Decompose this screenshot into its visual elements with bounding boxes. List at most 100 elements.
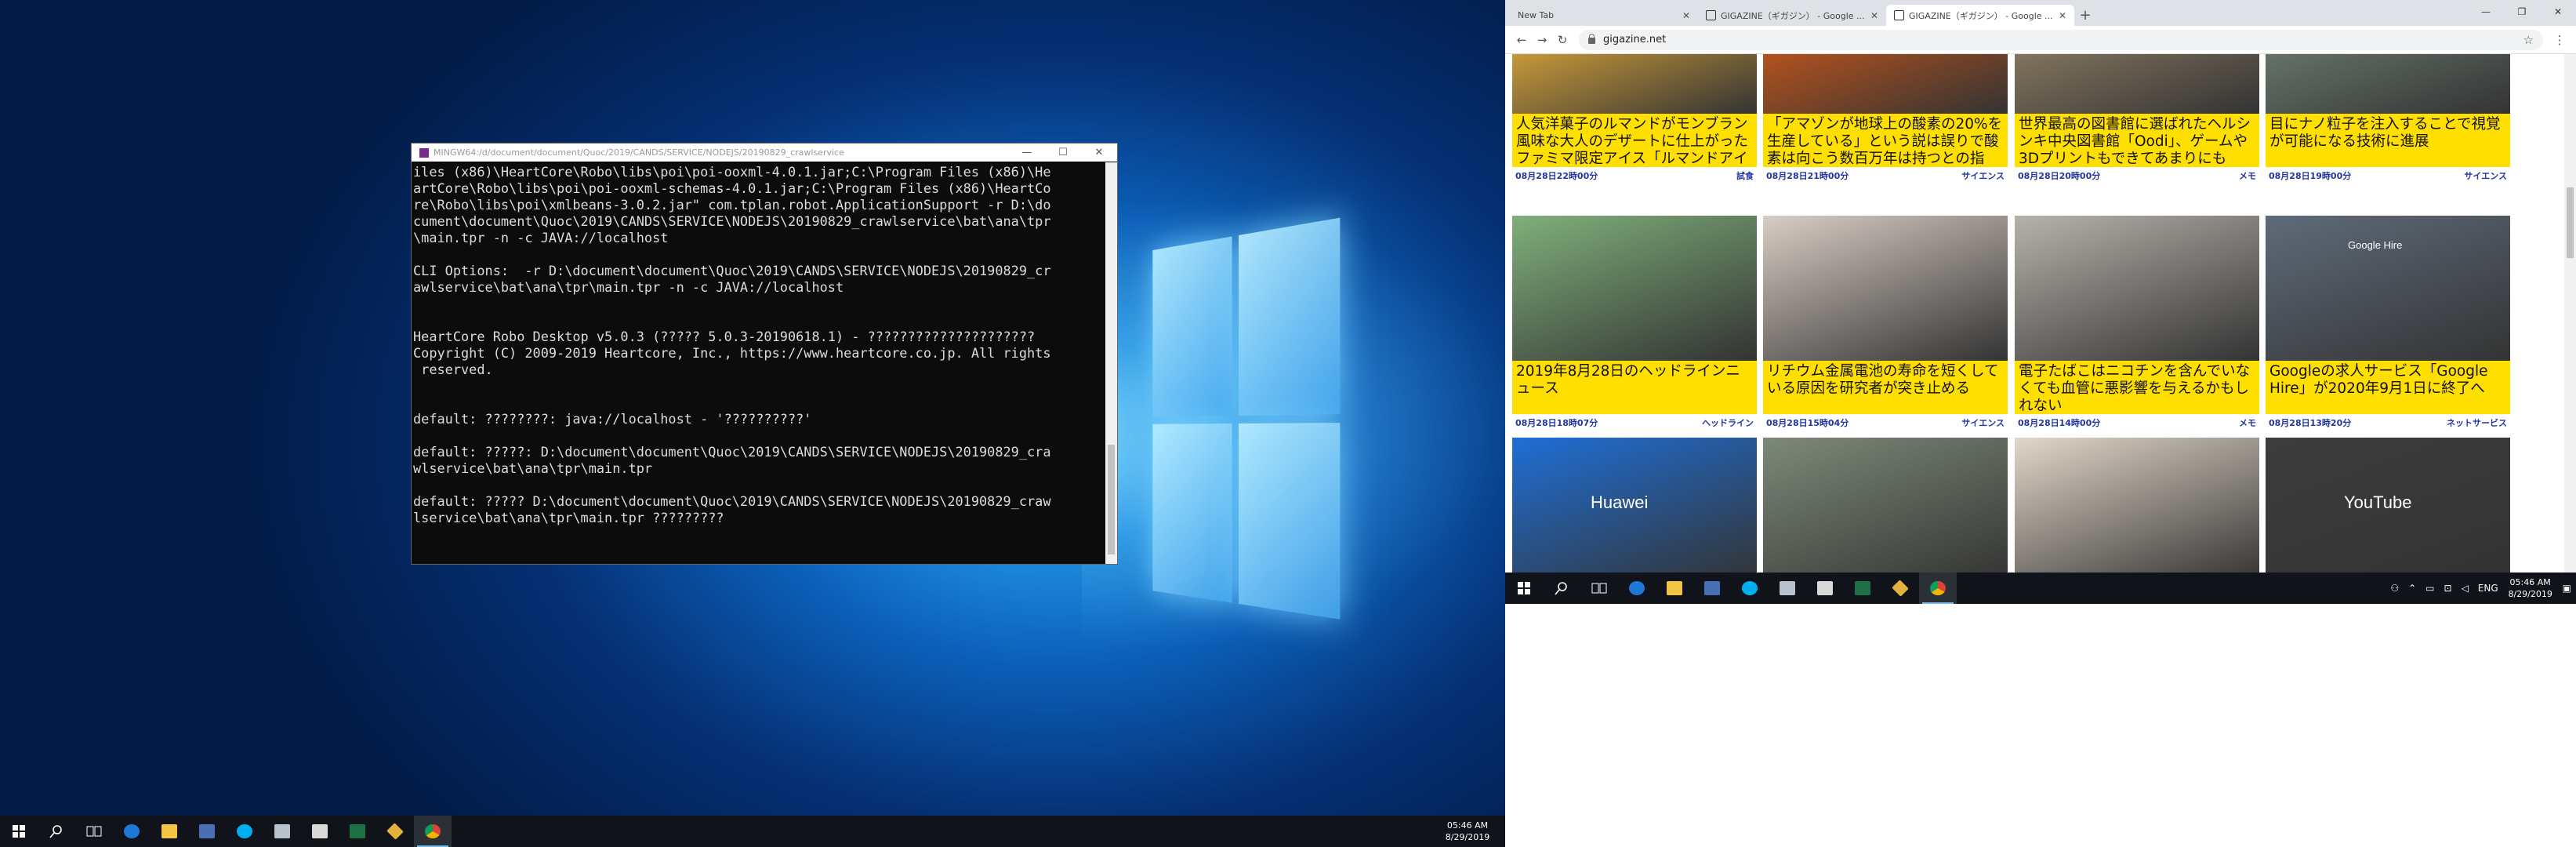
chrome-window[interactable]: New Tab ✕ GIGAZINE（ギガジン） - Google ... ✕ … [1505,0,2576,573]
back-arrow-icon[interactable]: ← [1511,33,1532,47]
article-thumbnail[interactable] [1763,438,2008,573]
article-card[interactable]: 2019年8月28日のヘッドラインニュース 08月28日18時07分 ヘッドライン [1512,216,1757,429]
menu-dots-icon[interactable]: ⋮ [2549,33,2570,47]
article-title[interactable]: 人気洋菓子のルマンドがモンブラン風味な大人のデザートに仕上がったファミマ限定アイ… [1512,114,1757,167]
article-title[interactable]: 世界最高の図書館に選ばれたヘルシンキ中央図書館「Oodi」、ゲームや3Dプリント… [2015,114,2259,167]
article-card[interactable]: 電子たばこはニコチンを含んでいなくても血管に悪影響を与えるかもしれない 08月28… [2015,216,2259,429]
network-icon[interactable]: ⊡ [2444,583,2452,594]
article-thumbnail[interactable]: Huawei [1512,438,1757,573]
article-card[interactable]: YouTube [2266,438,2510,573]
article-card[interactable]: 世界最高の図書館に選ばれたヘルシンキ中央図書館「Oodi」、ゲームや3Dプリント… [2015,54,2259,182]
terminal-output[interactable]: iles (x86)\HeartCore\Robo\libs\poi\poi-o… [413,162,1105,562]
article-title[interactable]: 「アマゾンが地球上の酸素の20%を生産している」という説は誤りで酸素は向こう数百… [1763,114,2008,167]
article-thumbnail[interactable] [2015,216,2259,361]
close-button[interactable]: ✕ [2540,0,2576,24]
article-title[interactable]: Googleの求人サービス「Google Hire」が2020年9月1日に終了へ [2266,361,2510,414]
article-title[interactable]: 目にナノ粒子を注入することで視覚が可能になる技術に進展 [2266,114,2510,167]
system-clock[interactable]: 05:46 AM 8/29/2019 [2503,576,2558,600]
app-icon[interactable] [1693,573,1731,604]
article-category[interactable]: サイエンス [2464,169,2507,182]
tab-new-tab[interactable]: New Tab ✕ [1510,5,1698,26]
article-thumbnail[interactable]: Google Hire [2266,216,2510,361]
close-icon[interactable]: ✕ [2059,10,2066,21]
close-button[interactable]: ✕ [1081,147,1117,158]
app-icon[interactable] [263,816,301,847]
forward-arrow-icon[interactable]: → [1532,33,1552,47]
file-explorer-icon[interactable] [1656,573,1693,604]
bookmark-star-icon[interactable]: ☆ [2523,33,2534,47]
search-icon[interactable] [1543,573,1580,604]
article-thumbnail[interactable] [2266,54,2510,114]
minimize-button[interactable]: — [2468,0,2504,24]
chevron-up-icon[interactable]: ⌃ [2408,583,2416,594]
restore-button[interactable]: ❐ [2504,0,2540,24]
people-icon[interactable]: ⚇ [2390,583,2399,594]
reload-icon[interactable]: ↻ [1552,33,1573,47]
article-card[interactable]: 目にナノ粒子を注入することで視覚が可能になる技術に進展 08月28日19時00分 サ… [2266,54,2510,182]
close-icon[interactable]: ✕ [1870,10,1878,21]
article-card[interactable]: 人気洋菓子のルマンドがモンブラン風味な大人のデザートに仕上がったファミマ限定アイ… [1512,54,1757,182]
terminal-scrollbar[interactable] [1105,162,1117,564]
edge-icon[interactable] [1618,573,1656,604]
page-scrollbar[interactable] [2564,54,2576,573]
address-bar[interactable]: gigazine.net ☆ [1579,29,2543,50]
article-category[interactable]: メモ [2239,169,2256,182]
scrollbar-thumb[interactable] [1108,445,1115,554]
new-tab-button[interactable]: + [2074,5,2096,26]
tab-gigazine-1[interactable]: GIGAZINE（ギガジン） - Google ... ✕ [1698,5,1886,26]
article-thumbnail[interactable]: YouTube [2266,438,2510,573]
article-thumbnail[interactable] [1763,216,2008,361]
article-thumbnail[interactable] [2015,438,2259,573]
article-card[interactable] [2015,438,2259,573]
app-icon[interactable] [376,816,414,847]
volume-icon[interactable]: ◁ [2462,583,2469,594]
excel-icon[interactable] [339,816,376,847]
page-viewport[interactable]: 人気洋菓子のルマンドがモンブラン風味な大人のデザートに仕上がったファミマ限定アイ… [1505,54,2576,573]
article-title[interactable]: 2019年8月28日のヘッドラインニュース [1512,361,1757,414]
article-title[interactable]: リチウム金属電池の寿命を短くしている原因を研究者が突き止める [1763,361,2008,414]
terminal-titlebar[interactable]: MINGW64:/d/document/document/Quoc/2019/C… [412,144,1117,162]
excel-icon[interactable] [1844,573,1881,604]
terminal-window[interactable]: MINGW64:/d/document/document/Quoc/2019/C… [411,143,1118,565]
search-icon[interactable] [38,816,75,847]
skype-icon[interactable] [1731,573,1769,604]
article-card[interactable]: 「アマゾンが地球上の酸素の20%を生産している」という説は誤りで酸素は向こう数百… [1763,54,2008,182]
app-icon[interactable] [1881,573,1919,604]
app-icon[interactable] [1806,573,1844,604]
article-category[interactable]: サイエンス [1961,169,2005,182]
article-category[interactable]: サイエンス [1961,416,2005,429]
battery-icon[interactable]: ▭ [2425,583,2434,594]
article-category[interactable]: ヘッドライン [1702,416,1754,429]
article-thumbnail[interactable] [1763,54,2008,114]
notification-icon[interactable]: ▣ [2563,583,2571,594]
task-view-icon[interactable] [1580,573,1618,604]
article-card[interactable]: リチウム金属電池の寿命を短くしている原因を研究者が突き止める 08月28日15時0… [1763,216,2008,429]
edge-icon[interactable] [113,816,151,847]
system-clock[interactable]: 05:46 AM 8/29/2019 [1436,820,1499,843]
article-title[interactable]: 電子たばこはニコチンを含んでいなくても血管に悪影響を与えるかもしれない [2015,361,2259,414]
article-card[interactable] [1763,438,2008,573]
start-icon[interactable] [0,816,38,847]
article-thumbnail[interactable] [1512,216,1757,361]
app-icon[interactable] [301,816,339,847]
minimize-button[interactable]: — [1009,147,1045,158]
article-category[interactable]: 試食 [1736,169,1754,182]
file-explorer-icon[interactable] [151,816,188,847]
close-icon[interactable]: ✕ [1682,10,1690,21]
app-icon[interactable] [1769,573,1806,604]
tab-gigazine-2[interactable]: GIGAZINE（ギガジン） - Google ... ✕ [1886,5,2074,26]
article-card[interactable]: Huawei [1512,438,1757,573]
chrome-icon[interactable] [1919,573,1957,604]
language-indicator[interactable]: ENG [2478,583,2498,594]
article-category[interactable]: ネットサービス [2447,416,2507,429]
article-category[interactable]: メモ [2239,416,2256,429]
start-icon[interactable] [1505,573,1543,604]
skype-icon[interactable] [226,816,263,847]
scrollbar-thumb[interactable] [2567,187,2574,258]
chrome-icon[interactable] [414,816,452,847]
maximize-button[interactable]: ☐ [1045,147,1081,158]
app-icon[interactable] [188,816,226,847]
article-card[interactable]: Google Hire Googleの求人サービス「Google Hire」が20… [2266,216,2510,429]
article-thumbnail[interactable] [2015,54,2259,114]
task-view-icon[interactable] [75,816,113,847]
